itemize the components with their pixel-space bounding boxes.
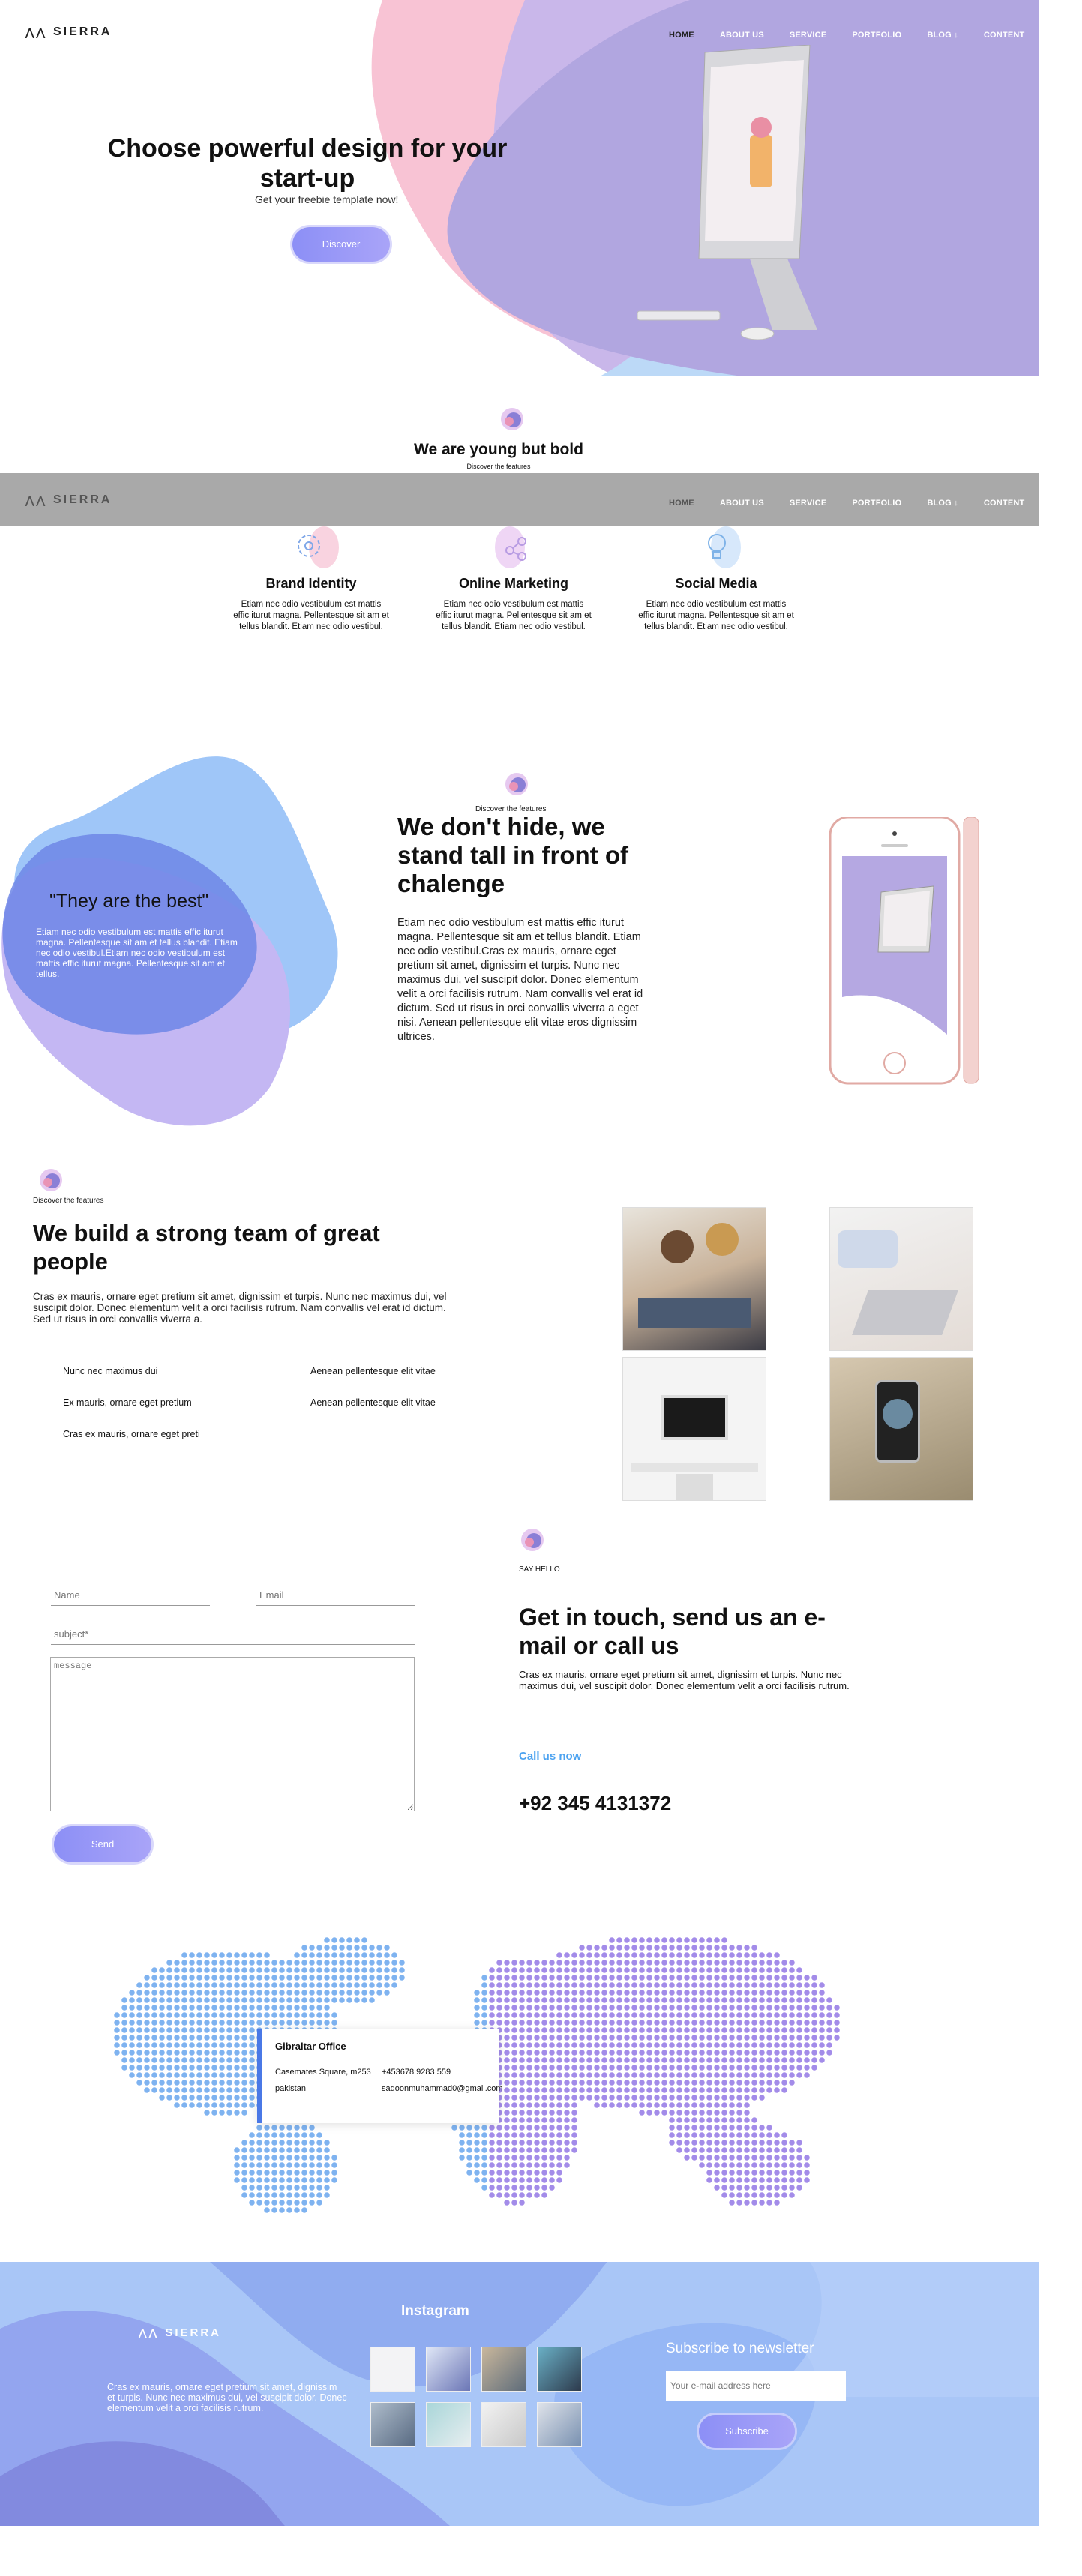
footer-logo[interactable]: ⋀⋀ SIERRA [139, 2326, 221, 2339]
list-item: Aenean pellentesque elit vitae [310, 1366, 436, 1376]
nav-blog[interactable]: BLOG ↓ [927, 31, 958, 40]
hero-section: ⋀⋀ SIERRA HOME ABOUT US SERVICE PORTFOLI… [0, 0, 1039, 376]
list-item: Cras ex mauris, ornare eget preti [63, 1429, 200, 1439]
instagram-thumb-4[interactable] [537, 2347, 582, 2392]
brand-name: SIERRA [52, 25, 112, 38]
nav-home[interactable]: HOME [669, 31, 694, 40]
card-text: Etiam nec odio vestibulum est mattis eff… [436, 600, 592, 631]
nav-portfolio[interactable]: PORTFOLIO [852, 31, 901, 40]
mountain-icon: ⋀⋀ [139, 2326, 160, 2338]
service-card-brand: Brand Identity Etiam nec odio vestibulum… [232, 525, 390, 633]
sticky-brand-name: SIERRA [52, 493, 112, 506]
send-button[interactable]: Send [54, 1826, 151, 1862]
service-card-social: Social Media Etiam nec odio vestibulum e… [637, 525, 795, 633]
card-text: Etiam nec odio vestibulum est mattis eff… [233, 600, 389, 631]
team-photo-3[interactable] [622, 1357, 766, 1501]
nav-service[interactable]: SERVICE [790, 31, 827, 40]
mountain-icon: ⋀⋀ [25, 25, 47, 38]
sticky-nav: HOME ABOUT US SERVICE PORTFOLIO BLOG ↓ C… [669, 499, 1024, 508]
gear-icon [298, 526, 339, 568]
call-label: Call us now [519, 1750, 582, 1763]
sticky-nav-portfolio[interactable]: PORTFOLIO [852, 499, 901, 508]
message-field[interactable] [50, 1657, 415, 1811]
card-title: Brand Identity [265, 576, 357, 591]
hero-subtitle: Get your freebie template now! [255, 193, 399, 205]
card-title: Social Media [675, 576, 757, 591]
team-photo-2[interactable] [829, 1207, 973, 1351]
nav-content[interactable]: CONTENT [984, 31, 1025, 40]
team-photo-1[interactable] [622, 1207, 766, 1351]
service-card-marketing: Online Marketing Etiam nec odio vestibul… [435, 525, 592, 633]
instagram-thumb-8[interactable] [537, 2402, 582, 2447]
sticky-nav-home[interactable]: HOME [669, 499, 694, 508]
instagram-thumb-5[interactable] [370, 2402, 415, 2447]
list-item: Ex mauris, ornare eget pretium [63, 1397, 192, 1408]
section-badge-icon [505, 773, 528, 795]
nav-about[interactable]: ABOUT US [720, 31, 764, 40]
contact-text: Cras ex mauris, ornare eget pretium sit … [519, 1669, 850, 1691]
instagram-thumb-7[interactable] [481, 2402, 526, 2447]
mountain-icon: ⋀⋀ [25, 493, 47, 506]
top-nav: HOME ABOUT US SERVICE PORTFOLIO BLOG ↓ C… [669, 31, 1024, 40]
section-badge-icon [501, 408, 523, 430]
footer-brand-name: SIERRA [165, 2326, 222, 2339]
instagram-thumb-3[interactable] [481, 2347, 526, 2392]
sticky-nav-blog[interactable]: BLOG ↓ [927, 499, 958, 508]
instagram-title: Instagram [401, 2303, 469, 2319]
about-title: We are young but bold [414, 441, 583, 458]
sticky-nav-content[interactable]: CONTENT [984, 499, 1025, 508]
about-subtitle: Discover the features [466, 463, 531, 470]
share-icon [495, 526, 526, 568]
email-field[interactable] [256, 1585, 415, 1606]
quote-title: "They are the best" [49, 891, 209, 912]
sticky-nav-service[interactable]: SERVICE [790, 499, 827, 508]
features-title: We don't hide, we stand tall in front of… [397, 813, 628, 897]
instagram-thumb-2[interactable] [426, 2347, 471, 2392]
newsletter-title: Subscribe to newsletter [666, 2341, 814, 2356]
iphone-image [829, 817, 979, 1085]
footer: ⋀⋀ SIERRA Cras ex mauris, ornare eget pr… [0, 2262, 1039, 2526]
office-card: Gibraltar Office Casemates Square, m253 … [257, 2029, 503, 2123]
subscribe-button[interactable]: Subscribe [699, 2415, 795, 2448]
team-list-right: Aenean pellentesque elit vitae Aenean pe… [310, 1355, 436, 1418]
team-list-left: Nunc nec maximus dui Ex mauris, ornare e… [63, 1355, 200, 1450]
section-badge-icon [521, 1529, 544, 1551]
office-country: pakistan [275, 2084, 306, 2093]
list-item: Nunc nec maximus dui [63, 1366, 158, 1376]
features-text: Etiam nec odio vestibulum est mattis eff… [397, 917, 643, 1043]
section-badge-icon [40, 1169, 62, 1191]
team-eyebrow: Discover the features [33, 1197, 104, 1205]
newsletter-input[interactable] [666, 2371, 846, 2401]
office-phone: +453678 9283 559 [382, 2068, 451, 2077]
name-field[interactable] [51, 1585, 210, 1606]
list-item: Aenean pellentesque elit vitae [310, 1397, 436, 1408]
office-address: Casemates Square, m253 [275, 2068, 371, 2077]
bulb-icon [708, 526, 741, 568]
hero-title: Choose powerful design for your start-up [107, 134, 508, 193]
team-photo-4[interactable] [829, 1357, 973, 1501]
imac-image [637, 45, 817, 340]
office-title: Gibraltar Office [275, 2041, 346, 2052]
office-email[interactable]: sadoonmuhammad0@gmail.com [382, 2084, 503, 2093]
phone-number[interactable]: +92 345 4131372 [519, 1792, 671, 1815]
instagram-thumb-1[interactable] [370, 2347, 415, 2392]
quote-text: Etiam nec odio vestibulum est mattis eff… [36, 927, 238, 979]
sticky-logo[interactable]: ⋀⋀ SIERRA [25, 493, 112, 507]
footer-about: Cras ex mauris, ornare eget pretium sit … [107, 2382, 347, 2413]
sticky-header: ⋀⋀ SIERRA HOME ABOUT US SERVICE PORTFOLI… [0, 473, 1039, 526]
discover-button[interactable]: Discover [292, 227, 390, 262]
subject-field[interactable] [51, 1624, 415, 1645]
contact-eyebrow: SAY HELLO [519, 1565, 560, 1574]
team-title: We build a strong team of great people [33, 1220, 380, 1275]
contact-title: Get in touch, send us an e-mail or call … [519, 1604, 826, 1659]
instagram-thumb-6[interactable] [426, 2402, 471, 2447]
brand-logo[interactable]: ⋀⋀ SIERRA [25, 25, 112, 39]
team-text: Cras ex mauris, ornare eget pretium sit … [33, 1291, 447, 1325]
card-text: Etiam nec odio vestibulum est mattis eff… [638, 600, 794, 631]
sticky-nav-about[interactable]: ABOUT US [720, 499, 764, 508]
card-title: Online Marketing [458, 576, 569, 591]
